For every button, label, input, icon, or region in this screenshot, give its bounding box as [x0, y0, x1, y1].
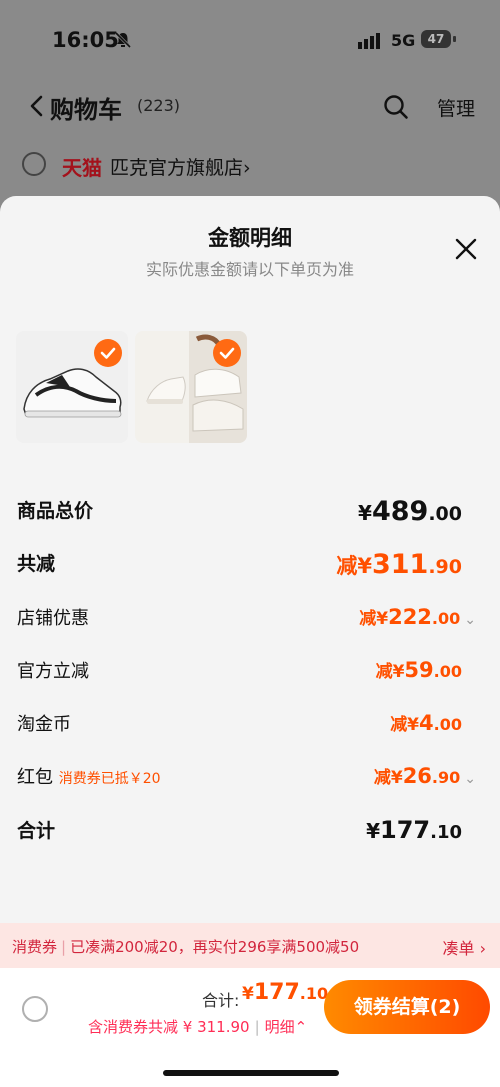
page-title: 购物车: [50, 96, 122, 124]
row-label: 合计: [17, 820, 56, 842]
sheet-subtitle: 实际优惠金额请以下单页为准: [145, 260, 354, 279]
manage-button[interactable]: 管理: [437, 94, 475, 121]
coupon-promo-bar[interactable]: 消费券 | 已凑满200减20，再实付296享满500减50 凑单 ›: [0, 923, 500, 968]
row-store-discount[interactable]: 店铺优惠 减¥222.00 ⌄: [17, 604, 476, 634]
network-label: 5G: [391, 31, 416, 50]
detail-toggle[interactable]: 明细⌃: [265, 1018, 308, 1036]
nav-bar: 购物车 (223) 管理: [0, 82, 500, 132]
store-name[interactable]: 匹克官方旗舰店›: [110, 153, 251, 180]
home-indicator: [163, 1070, 339, 1076]
sheet-title: 金额明细: [208, 226, 292, 250]
battery-icon: 47: [421, 30, 451, 48]
chevron-right-icon: ›: [243, 157, 251, 179]
select-all-radio[interactable]: [22, 996, 48, 1022]
bell-muted-icon: [114, 31, 132, 49]
search-icon[interactable]: [383, 94, 409, 120]
product-thumbnail-1[interactable]: [16, 331, 128, 443]
store-select-radio[interactable]: [22, 152, 46, 176]
store-row[interactable]: 天猫 匹克官方旗舰店›: [0, 140, 500, 190]
total-label: 合计:: [202, 991, 240, 1010]
row-coins: 淘金币 减¥4.00: [17, 710, 462, 740]
promo-text: 消费券 | 已凑满200减20，再实付296享满500减50: [12, 938, 360, 956]
row-red-packet[interactable]: 红包 消费券已抵￥20 减¥26.90 ⌄: [17, 763, 476, 793]
add-items-link[interactable]: 凑单 ›: [443, 935, 487, 959]
row-total-discount: 共减 减¥311.90: [17, 549, 462, 580]
battery-tip: [453, 36, 456, 42]
row-value: 减¥59.00: [375, 658, 462, 682]
row-label: 官方立减: [17, 661, 89, 682]
summary-divider: |: [254, 1018, 260, 1036]
bottom-bar: 消费券 | 已凑满200减20，再实付296享满500减50 凑单 › 合计: ¥1…: [0, 923, 500, 1087]
row-value: 减¥311.90: [336, 549, 462, 580]
selected-check-icon[interactable]: [94, 339, 122, 367]
row-label: 共减: [17, 553, 56, 575]
cart-count: (223): [137, 96, 181, 115]
chevron-down-icon: ⌄: [464, 771, 476, 787]
signal-icon: [358, 33, 380, 49]
promo-divider: |: [61, 938, 67, 956]
close-icon[interactable]: [455, 238, 477, 260]
total-value: ¥177.10: [242, 980, 329, 1005]
chevron-down-icon: ⌄: [464, 612, 476, 628]
row-value: 减¥222.00 ⌄: [359, 605, 476, 629]
status-bar: 16:05 5G 47: [0, 0, 500, 82]
status-time: 16:05: [52, 28, 119, 52]
promo-tag: 消费券: [12, 938, 58, 956]
selected-check-icon[interactable]: [213, 339, 241, 367]
row-label: 店铺优惠: [17, 608, 89, 629]
back-chevron-icon[interactable]: [28, 94, 46, 118]
row-subtotal: 商品总价 ¥489.00: [17, 496, 462, 527]
row-label: 商品总价: [17, 500, 94, 522]
row-total: 合计 ¥177.10: [17, 816, 462, 846]
row-value: ¥489.00: [358, 496, 462, 527]
coupon-note: 消费券已抵￥20: [58, 771, 161, 787]
row-official-discount: 官方立减 减¥59.00: [17, 657, 462, 687]
tmall-logo: 天猫: [62, 156, 102, 180]
discount-summary[interactable]: 含消费券共减 ¥ 311.90 | 明细⌃: [88, 1016, 307, 1037]
row-label: 淘金币: [17, 714, 71, 735]
product-thumbnail-2[interactable]: [135, 331, 247, 443]
row-value: ¥177.10: [366, 816, 462, 844]
checkout-button[interactable]: 领券结算(2): [324, 980, 490, 1034]
row-value: 减¥26.90 ⌄: [373, 764, 476, 788]
row-value: 减¥4.00: [390, 711, 462, 735]
row-label: 红包 消费券已抵￥20: [17, 767, 161, 788]
